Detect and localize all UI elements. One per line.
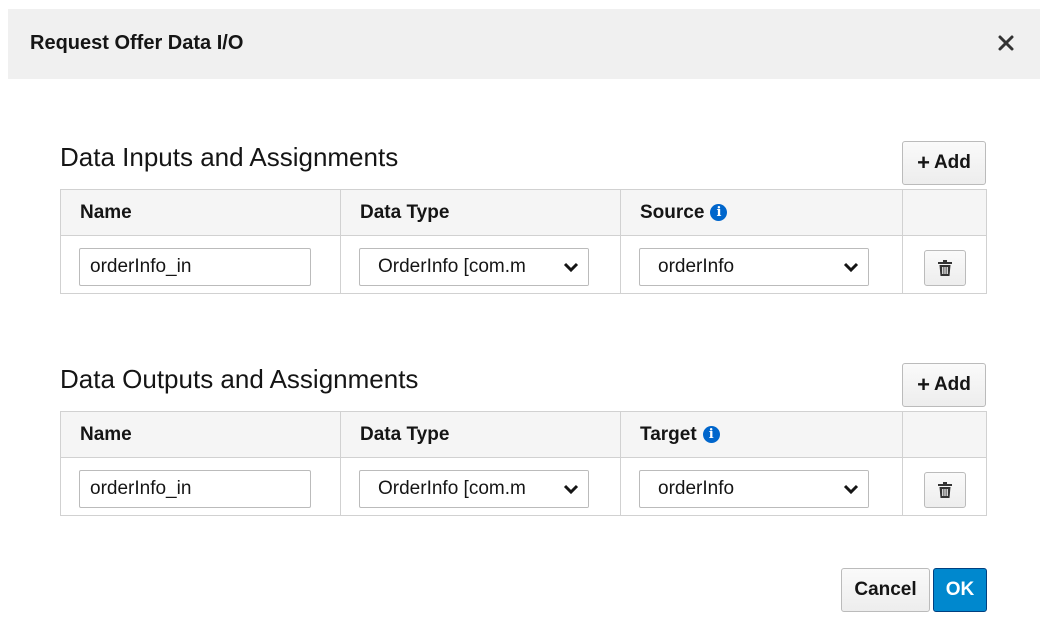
name-cell: [61, 236, 341, 293]
add-input-button[interactable]: + Add: [902, 141, 986, 185]
cancel-button[interactable]: Cancel: [841, 568, 930, 612]
trash-icon: [938, 482, 952, 498]
input-source-select[interactable]: orderInfo: [639, 248, 869, 286]
column-header-actions: [903, 190, 986, 235]
add-input-label: Add: [933, 152, 971, 173]
column-header-name: Name: [61, 190, 341, 235]
info-icon[interactable]: i: [702, 426, 720, 443]
chevron-down-icon: [554, 471, 588, 507]
close-button[interactable]: [994, 31, 1018, 55]
column-header-target: Target i: [621, 412, 903, 457]
output-data-type-select[interactable]: OrderInfo [com.m: [359, 470, 589, 508]
inputs-table-header: Name Data Type Source i: [61, 190, 986, 236]
data-type-cell: OrderInfo [com.m: [341, 458, 621, 515]
outputs-section-title: Data Outputs and Assignments: [60, 364, 419, 394]
trash-icon: [938, 260, 952, 276]
dialog-header: Request Offer Data I/O: [8, 9, 1040, 79]
column-header-source: Source i: [621, 190, 903, 235]
actions-cell: [903, 236, 986, 293]
inputs-table: Name Data Type Source i OrderInfo [com.m…: [60, 189, 987, 294]
column-header-data-type: Data Type: [341, 190, 621, 235]
target-cell: orderInfo: [621, 458, 903, 515]
outputs-table-header: Name Data Type Target i: [61, 412, 986, 458]
outputs-table: Name Data Type Target i OrderInfo [com.m…: [60, 411, 987, 516]
source-cell: orderInfo: [621, 236, 903, 293]
output-data-type-value: OrderInfo [com.m: [378, 478, 526, 499]
info-icon[interactable]: i: [710, 204, 728, 221]
name-cell: [61, 458, 341, 515]
plus-icon: +: [917, 372, 930, 397]
inputs-section-title: Data Inputs and Assignments: [60, 142, 399, 172]
column-header-data-type: Data Type: [341, 412, 621, 457]
ok-button[interactable]: OK: [933, 568, 987, 612]
add-output-label: Add: [933, 374, 971, 395]
table-row: OrderInfo [com.m orderInfo: [61, 236, 986, 293]
output-name-field[interactable]: [79, 470, 311, 508]
plus-icon: +: [917, 150, 930, 175]
column-header-actions: [903, 412, 986, 457]
column-header-source-label: Source: [640, 202, 705, 223]
close-icon: [998, 35, 1014, 51]
delete-output-button[interactable]: [924, 472, 966, 508]
column-header-name: Name: [61, 412, 341, 457]
actions-cell: [903, 458, 986, 515]
column-header-target-label: Target: [640, 424, 697, 445]
output-target-select[interactable]: orderInfo: [639, 470, 869, 508]
table-row: OrderInfo [com.m orderInfo: [61, 458, 986, 515]
input-data-type-select[interactable]: OrderInfo [com.m: [359, 248, 589, 286]
input-source-value: orderInfo: [658, 256, 735, 277]
dialog-title: Request Offer Data I/O: [30, 32, 244, 54]
chevron-down-icon: [554, 249, 588, 285]
input-name-field[interactable]: [79, 248, 311, 286]
add-output-button[interactable]: + Add: [902, 363, 986, 407]
chevron-down-icon: [834, 471, 868, 507]
data-type-cell: OrderInfo [com.m: [341, 236, 621, 293]
output-target-value: orderInfo: [658, 478, 735, 499]
input-data-type-value: OrderInfo [com.m: [378, 256, 526, 277]
delete-input-button[interactable]: [924, 250, 966, 286]
chevron-down-icon: [834, 249, 868, 285]
